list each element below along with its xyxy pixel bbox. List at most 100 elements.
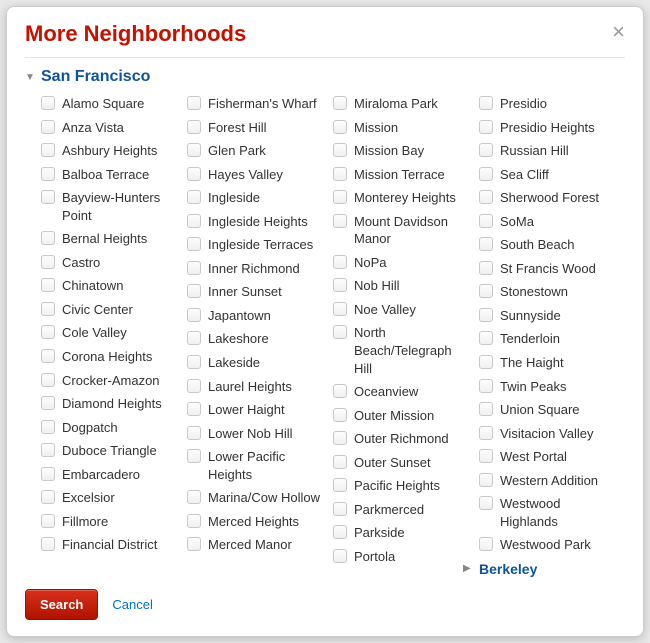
neighborhood-item[interactable]: Chinatown bbox=[41, 274, 181, 298]
neighborhood-item[interactable]: Inner Richmond bbox=[187, 257, 327, 281]
checkbox[interactable] bbox=[41, 143, 55, 157]
checkbox[interactable] bbox=[333, 214, 347, 228]
cancel-link[interactable]: Cancel bbox=[112, 597, 152, 612]
checkbox[interactable] bbox=[41, 537, 55, 551]
neighborhood-item[interactable]: Fillmore bbox=[41, 510, 181, 534]
checkbox[interactable] bbox=[41, 514, 55, 528]
neighborhood-item[interactable]: Sea Cliff bbox=[479, 163, 619, 187]
neighborhood-item[interactable]: Outer Mission bbox=[333, 404, 473, 428]
neighborhood-item[interactable]: Parkmerced bbox=[333, 498, 473, 522]
neighborhood-item[interactable]: Westwood Highlands bbox=[479, 492, 619, 533]
checkbox[interactable] bbox=[479, 331, 493, 345]
checkbox[interactable] bbox=[479, 355, 493, 369]
neighborhood-item[interactable]: Portola bbox=[333, 545, 473, 569]
neighborhood-item[interactable]: Ingleside Terraces bbox=[187, 233, 327, 257]
neighborhood-item[interactable]: Union Square bbox=[479, 398, 619, 422]
checkbox[interactable] bbox=[41, 373, 55, 387]
checkbox[interactable] bbox=[479, 214, 493, 228]
checkbox[interactable] bbox=[333, 325, 347, 339]
neighborhood-item[interactable]: Ashbury Heights bbox=[41, 139, 181, 163]
checkbox[interactable] bbox=[333, 525, 347, 539]
neighborhood-item[interactable]: SoMa bbox=[479, 210, 619, 234]
checkbox[interactable] bbox=[333, 408, 347, 422]
checkbox[interactable] bbox=[187, 284, 201, 298]
checkbox[interactable] bbox=[479, 167, 493, 181]
checkbox[interactable] bbox=[187, 214, 201, 228]
neighborhood-item[interactable]: Cole Valley bbox=[41, 321, 181, 345]
neighborhood-item[interactable]: NoPa bbox=[333, 251, 473, 275]
checkbox[interactable] bbox=[333, 255, 347, 269]
checkbox[interactable] bbox=[187, 308, 201, 322]
checkbox[interactable] bbox=[479, 473, 493, 487]
checkbox[interactable] bbox=[333, 384, 347, 398]
checkbox[interactable] bbox=[479, 379, 493, 393]
neighborhood-item[interactable]: Ingleside bbox=[187, 186, 327, 210]
checkbox[interactable] bbox=[41, 96, 55, 110]
neighborhood-item[interactable]: Dogpatch bbox=[41, 416, 181, 440]
neighborhood-item[interactable]: Inner Sunset bbox=[187, 280, 327, 304]
neighborhood-item[interactable]: Lower Pacific Heights bbox=[187, 445, 327, 486]
checkbox[interactable] bbox=[41, 349, 55, 363]
neighborhood-item[interactable]: Stonestown bbox=[479, 280, 619, 304]
checkbox[interactable] bbox=[333, 502, 347, 516]
checkbox[interactable] bbox=[479, 120, 493, 134]
neighborhood-item[interactable]: Excelsior bbox=[41, 486, 181, 510]
checkbox[interactable] bbox=[187, 143, 201, 157]
checkbox[interactable] bbox=[41, 255, 55, 269]
neighborhood-item[interactable]: Alamo Square bbox=[41, 92, 181, 116]
neighborhood-item[interactable]: South Beach bbox=[479, 233, 619, 257]
checkbox[interactable] bbox=[187, 190, 201, 204]
checkbox[interactable] bbox=[41, 167, 55, 181]
checkbox[interactable] bbox=[41, 467, 55, 481]
neighborhood-item[interactable]: Miraloma Park bbox=[333, 92, 473, 116]
city-toggle-san-francisco[interactable]: ▼ San Francisco bbox=[25, 68, 625, 86]
checkbox[interactable] bbox=[187, 355, 201, 369]
checkbox[interactable] bbox=[41, 325, 55, 339]
checkbox[interactable] bbox=[479, 237, 493, 251]
neighborhood-item[interactable]: Oceanview bbox=[333, 380, 473, 404]
neighborhood-item[interactable]: Nob Hill bbox=[333, 274, 473, 298]
neighborhood-item[interactable]: Mission Terrace bbox=[333, 163, 473, 187]
checkbox[interactable] bbox=[187, 120, 201, 134]
checkbox[interactable] bbox=[333, 143, 347, 157]
checkbox[interactable] bbox=[333, 478, 347, 492]
neighborhood-item[interactable]: Anza Vista bbox=[41, 116, 181, 140]
checkbox[interactable] bbox=[41, 396, 55, 410]
neighborhood-item[interactable]: Mission bbox=[333, 116, 473, 140]
neighborhood-item[interactable]: Lower Haight bbox=[187, 398, 327, 422]
neighborhood-item[interactable]: Lakeside bbox=[187, 351, 327, 375]
checkbox[interactable] bbox=[333, 167, 347, 181]
close-icon[interactable]: × bbox=[612, 21, 625, 43]
checkbox[interactable] bbox=[187, 490, 201, 504]
neighborhood-item[interactable]: Hayes Valley bbox=[187, 163, 327, 187]
checkbox[interactable] bbox=[333, 431, 347, 445]
neighborhood-item[interactable]: Balboa Terrace bbox=[41, 163, 181, 187]
neighborhood-item[interactable]: Duboce Triangle bbox=[41, 439, 181, 463]
neighborhood-item[interactable]: The Haight bbox=[479, 351, 619, 375]
neighborhood-item[interactable]: Presidio bbox=[479, 92, 619, 116]
checkbox[interactable] bbox=[41, 443, 55, 457]
checkbox[interactable] bbox=[187, 331, 201, 345]
neighborhood-item[interactable]: Japantown bbox=[187, 304, 327, 328]
checkbox[interactable] bbox=[41, 420, 55, 434]
neighborhood-item[interactable]: Westwood Park bbox=[479, 533, 619, 557]
checkbox[interactable] bbox=[333, 455, 347, 469]
checkbox[interactable] bbox=[187, 402, 201, 416]
neighborhood-item[interactable]: Bayview-Hunters Point bbox=[41, 186, 181, 227]
neighborhood-item[interactable]: Outer Richmond bbox=[333, 427, 473, 451]
neighborhood-item[interactable]: Tenderloin bbox=[479, 327, 619, 351]
neighborhood-item[interactable]: Merced Heights bbox=[187, 510, 327, 534]
checkbox[interactable] bbox=[479, 143, 493, 157]
checkbox[interactable] bbox=[187, 426, 201, 440]
checkbox[interactable] bbox=[187, 237, 201, 251]
checkbox[interactable] bbox=[333, 120, 347, 134]
neighborhood-item[interactable]: Civic Center bbox=[41, 298, 181, 322]
neighborhood-item[interactable]: Presidio Heights bbox=[479, 116, 619, 140]
neighborhood-item[interactable]: Merced Manor bbox=[187, 533, 327, 557]
neighborhood-item[interactable]: Marina/Cow Hollow bbox=[187, 486, 327, 510]
checkbox[interactable] bbox=[41, 120, 55, 134]
neighborhood-item[interactable]: Castro bbox=[41, 251, 181, 275]
neighborhood-item[interactable]: Bernal Heights bbox=[41, 227, 181, 251]
checkbox[interactable] bbox=[479, 308, 493, 322]
neighborhood-item[interactable]: Crocker-Amazon bbox=[41, 369, 181, 393]
